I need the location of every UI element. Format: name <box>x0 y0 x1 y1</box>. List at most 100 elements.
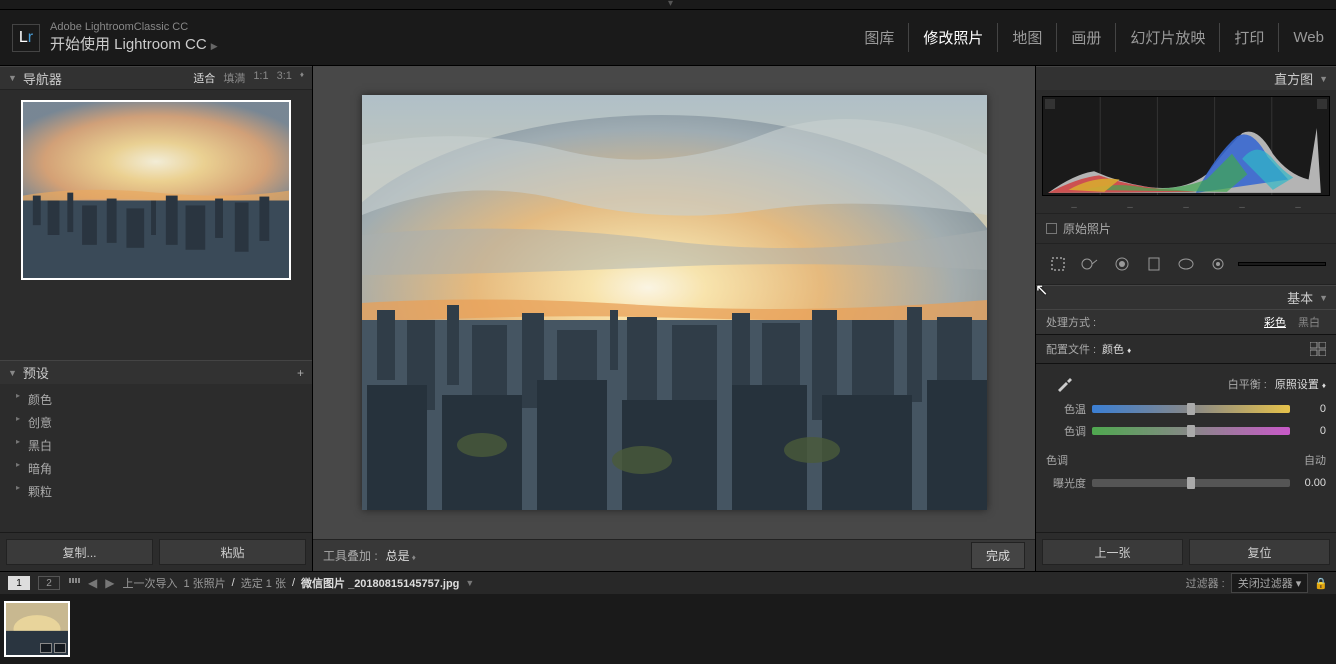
original-checkbox[interactable] <box>1046 223 1057 234</box>
app-logo: Lr <box>12 24 40 52</box>
histogram-ticks: ––––– <box>1036 202 1336 213</box>
navigator-header[interactable]: ▼ 导航器 适合 填满 1:1 3:1 ♦ <box>0 66 312 90</box>
module-develop[interactable]: 修改照片 <box>909 23 998 52</box>
module-print[interactable]: 打印 <box>1220 23 1279 52</box>
temp-value[interactable]: 0 <box>1296 403 1326 415</box>
zoom-fill[interactable]: 填满 <box>223 70 245 86</box>
histogram-title: 直方图 <box>1274 69 1313 88</box>
top-edge <box>0 0 1336 10</box>
collapse-icon: ▼ <box>1319 293 1328 303</box>
module-library[interactable]: 图库 <box>850 23 909 52</box>
bc-menu-icon[interactable]: ▼ <box>465 578 474 588</box>
tint-slider-row: 色调 0 <box>1036 420 1336 442</box>
wb-label: 白平衡 : <box>1228 376 1267 392</box>
tool-overlay-label: 工具叠加 : <box>323 547 378 564</box>
brush-size-slider[interactable] <box>1238 262 1326 266</box>
temp-label: 色温 <box>1046 401 1086 417</box>
basic-panel: 处理方式 : 彩色 黑白 配置文件 : 颜色 ♦ 白平衡 : 原照设置 ♦ <box>1036 309 1336 532</box>
profile-label: 配置文件 : <box>1046 341 1102 357</box>
shadow-clip-icon[interactable] <box>1045 99 1055 109</box>
preset-folder[interactable]: 创意 <box>0 411 312 434</box>
reset-button[interactable]: 复位 <box>1189 539 1330 565</box>
profile-value[interactable]: 颜色 ♦ <box>1102 341 1131 357</box>
eyedropper-icon[interactable] <box>1054 374 1074 394</box>
tint-slider[interactable] <box>1092 427 1290 435</box>
photo-canvas[interactable] <box>362 95 987 510</box>
app-title[interactable]: 开始使用 Lightroom CC <box>50 36 207 53</box>
navigator-thumbnail[interactable] <box>21 100 291 280</box>
navigator-panel <box>0 90 312 360</box>
breadcrumb: 上一次导入 1 张照片 / 选定 1 张 / 微信图片 _20180815145… <box>122 575 474 591</box>
left-button-bar: 复制... 粘贴 <box>0 532 312 571</box>
exposure-slider[interactable] <box>1092 479 1290 487</box>
basic-header[interactable]: 基本 ▼ <box>1036 285 1336 309</box>
filter-select[interactable]: 关闭过滤器 ▾ <box>1231 573 1309 593</box>
treatment-label: 处理方式 : <box>1046 314 1102 330</box>
app-brand: Adobe LightroomClassic CC 开始使用 Lightroom… <box>50 21 218 54</box>
add-preset-icon[interactable]: + <box>297 366 304 380</box>
module-map[interactable]: 地图 <box>998 23 1057 52</box>
nav-fwd-icon[interactable]: ▶ <box>105 576 114 590</box>
paste-button[interactable]: 粘贴 <box>159 539 306 565</box>
tint-value[interactable]: 0 <box>1296 425 1326 437</box>
temp-slider-row: 色温 0 <box>1036 398 1336 420</box>
canvas-wrap <box>313 66 1035 539</box>
zoom-menu-icon[interactable]: ♦ <box>300 70 304 86</box>
tone-label: 色调 <box>1046 452 1068 468</box>
filmstrip-bar: 1 2 ◀ ▶ 上一次导入 1 张照片 / 选定 1 张 / 微信图片 _201… <box>0 572 1336 594</box>
screen-2[interactable]: 2 <box>38 576 60 590</box>
bc-import[interactable]: 上一次导入 <box>122 575 177 591</box>
histogram[interactable] <box>1042 96 1330 196</box>
temp-slider[interactable] <box>1092 405 1290 413</box>
module-web[interactable]: Web <box>1279 25 1324 50</box>
brush-tool-icon[interactable] <box>1206 252 1230 276</box>
tool-overlay-value[interactable]: 总是♦ <box>386 547 416 564</box>
highlight-clip-icon[interactable] <box>1317 99 1327 109</box>
preset-folder[interactable]: 暗角 <box>0 457 312 480</box>
badge-icon <box>54 643 66 653</box>
preset-folder[interactable]: 黑白 <box>0 434 312 457</box>
collapse-icon: ▼ <box>1319 74 1328 84</box>
zoom-1-1[interactable]: 1:1 <box>253 70 268 86</box>
spot-tool-icon[interactable] <box>1078 252 1102 276</box>
histogram-header[interactable]: 直方图 ▼ <box>1036 66 1336 90</box>
collapse-icon: ▼ <box>8 368 17 378</box>
filter-label: 过滤器 : <box>1186 575 1225 591</box>
nav-back-icon[interactable]: ◀ <box>88 576 97 590</box>
treatment-color[interactable]: 彩色 <box>1258 314 1292 330</box>
preset-folder[interactable]: 颜色 <box>0 388 312 411</box>
main-area: ▼ 导航器 适合 填满 1:1 3:1 ♦ <box>0 66 1336 571</box>
gradient-tool-icon[interactable] <box>1142 252 1166 276</box>
wb-preset-select[interactable]: 原照设置 ♦ <box>1275 376 1326 392</box>
left-panel: ▼ 导航器 适合 填满 1:1 3:1 ♦ <box>0 66 313 571</box>
redeye-tool-icon[interactable] <box>1110 252 1134 276</box>
presets-header[interactable]: ▼ 预设 + <box>0 360 312 384</box>
tool-strip <box>1036 244 1336 285</box>
copy-button[interactable]: 复制... <box>6 539 153 565</box>
zoom-3-1[interactable]: 3:1 <box>277 70 292 86</box>
preset-folder[interactable]: 颗粒 <box>0 480 312 503</box>
treatment-bw[interactable]: 黑白 <box>1292 314 1326 330</box>
original-toggle-row: 原始照片 <box>1036 213 1336 244</box>
app-subtitle: Adobe LightroomClassic CC <box>50 21 218 33</box>
crop-tool-icon[interactable] <box>1046 252 1070 276</box>
radial-tool-icon[interactable] <box>1174 252 1198 276</box>
grid-view-icon[interactable] <box>68 577 80 589</box>
module-book[interactable]: 画册 <box>1057 23 1116 52</box>
filter-lock-icon[interactable]: 🔒 <box>1314 577 1328 590</box>
previous-button[interactable]: 上一张 <box>1042 539 1183 565</box>
collapse-icon: ▼ <box>8 73 17 83</box>
zoom-fit[interactable]: 适合 <box>193 70 215 86</box>
filmstrip-thumb[interactable] <box>4 601 70 657</box>
auto-tone-button[interactable]: 自动 <box>1304 452 1326 468</box>
right-button-bar: 上一张 复位 <box>1036 532 1336 571</box>
title-arrow-icon: ▶ <box>211 41 218 51</box>
profile-browser-icon[interactable] <box>1310 342 1326 356</box>
module-slideshow[interactable]: 幻灯片放映 <box>1116 23 1220 52</box>
done-button[interactable]: 完成 <box>971 542 1025 569</box>
original-label: 原始照片 <box>1063 220 1111 237</box>
center-canvas-area: 工具叠加 : 总是♦ 完成 <box>313 66 1036 571</box>
basic-title: 基本 <box>1287 288 1313 307</box>
exposure-value[interactable]: 0.00 <box>1296 477 1326 489</box>
screen-1[interactable]: 1 <box>8 576 30 590</box>
